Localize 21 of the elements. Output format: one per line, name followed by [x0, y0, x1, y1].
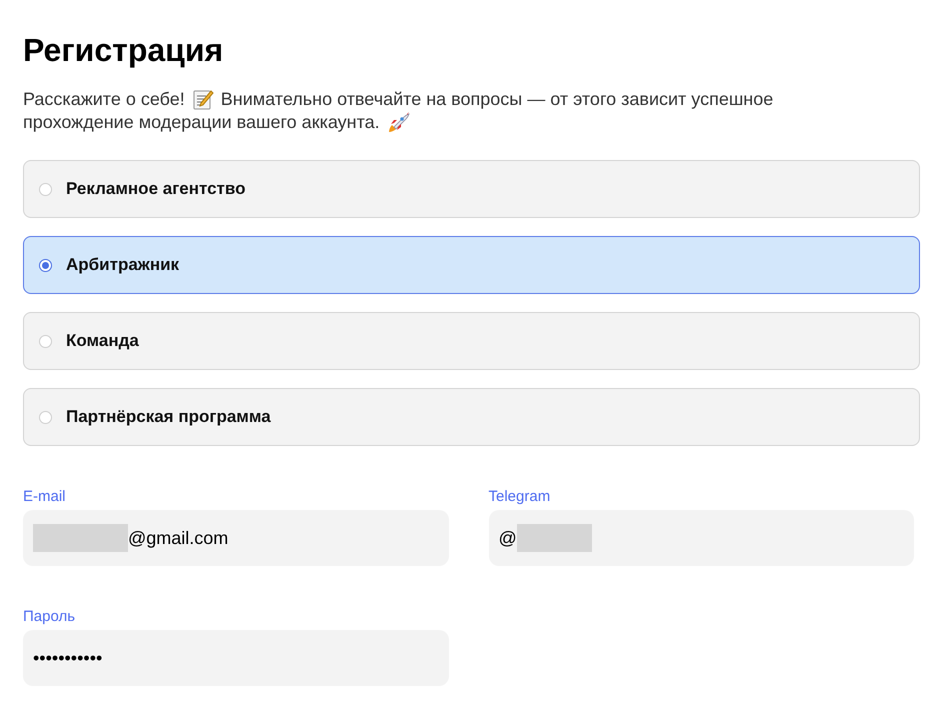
role-option[interactable]: Команда [23, 312, 920, 370]
intro-text: Расскажите о себе! [23, 88, 185, 110]
option-label: Рекламное агентство [66, 178, 246, 200]
field-label: Telegram [488, 488, 552, 506]
input-field[interactable]: ••••••••••• [23, 630, 448, 686]
intro-text: прохождение модерации вашего аккаунта. [23, 111, 380, 133]
rocket-icon [386, 110, 411, 134]
page-title: Регистрация [23, 31, 224, 70]
input-field[interactable]: @ [488, 510, 914, 566]
role-option[interactable]: Партнёрская программа [23, 388, 920, 446]
role-option[interactable]: Рекламное агентство [23, 160, 920, 218]
intro-text: Внимательно отвечайте на вопросы — от этого зависит успешное [220, 88, 774, 110]
role-option[interactable]: Арбитражник [23, 236, 920, 294]
option-label: Партнёрская программа [66, 406, 271, 428]
option-label: Команда [66, 330, 139, 352]
field-label: Пароль [23, 608, 76, 626]
option-label: Арбитражник [66, 254, 180, 276]
notepad-icon [192, 88, 214, 110]
field-label: E-mail [23, 488, 67, 506]
radio-button[interactable] [39, 258, 52, 272]
input-field[interactable]: @gmail.com [23, 510, 448, 566]
